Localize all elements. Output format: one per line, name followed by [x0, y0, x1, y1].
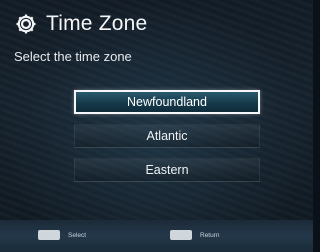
- select-hint-label: Select: [68, 231, 87, 239]
- option-label: Eastern: [145, 163, 189, 177]
- instruction-text: Select the time zone: [14, 49, 132, 64]
- option-eastern[interactable]: Eastern: [74, 158, 260, 182]
- footer-hint-bar: Select Return: [0, 220, 313, 252]
- select-hint: Select: [38, 230, 86, 240]
- back-key-icon: [170, 230, 192, 240]
- time-zone-list: Newfoundland Atlantic Eastern: [74, 90, 264, 192]
- title-bar: Time Zone: [14, 10, 147, 38]
- page-title: Time Zone: [46, 12, 148, 35]
- return-hint: Return: [170, 230, 220, 240]
- option-newfoundland[interactable]: Newfoundland: [74, 90, 260, 114]
- enter-key-icon: [38, 230, 60, 240]
- option-atlantic[interactable]: Atlantic: [74, 124, 260, 148]
- return-hint-label: Return: [200, 231, 220, 239]
- option-label: Atlantic: [146, 129, 188, 143]
- time-zone-screen: Time Zone Select the time zone Newfoundl…: [0, 0, 313, 252]
- option-label: Newfoundland: [127, 95, 207, 109]
- gear-icon: [16, 14, 36, 34]
